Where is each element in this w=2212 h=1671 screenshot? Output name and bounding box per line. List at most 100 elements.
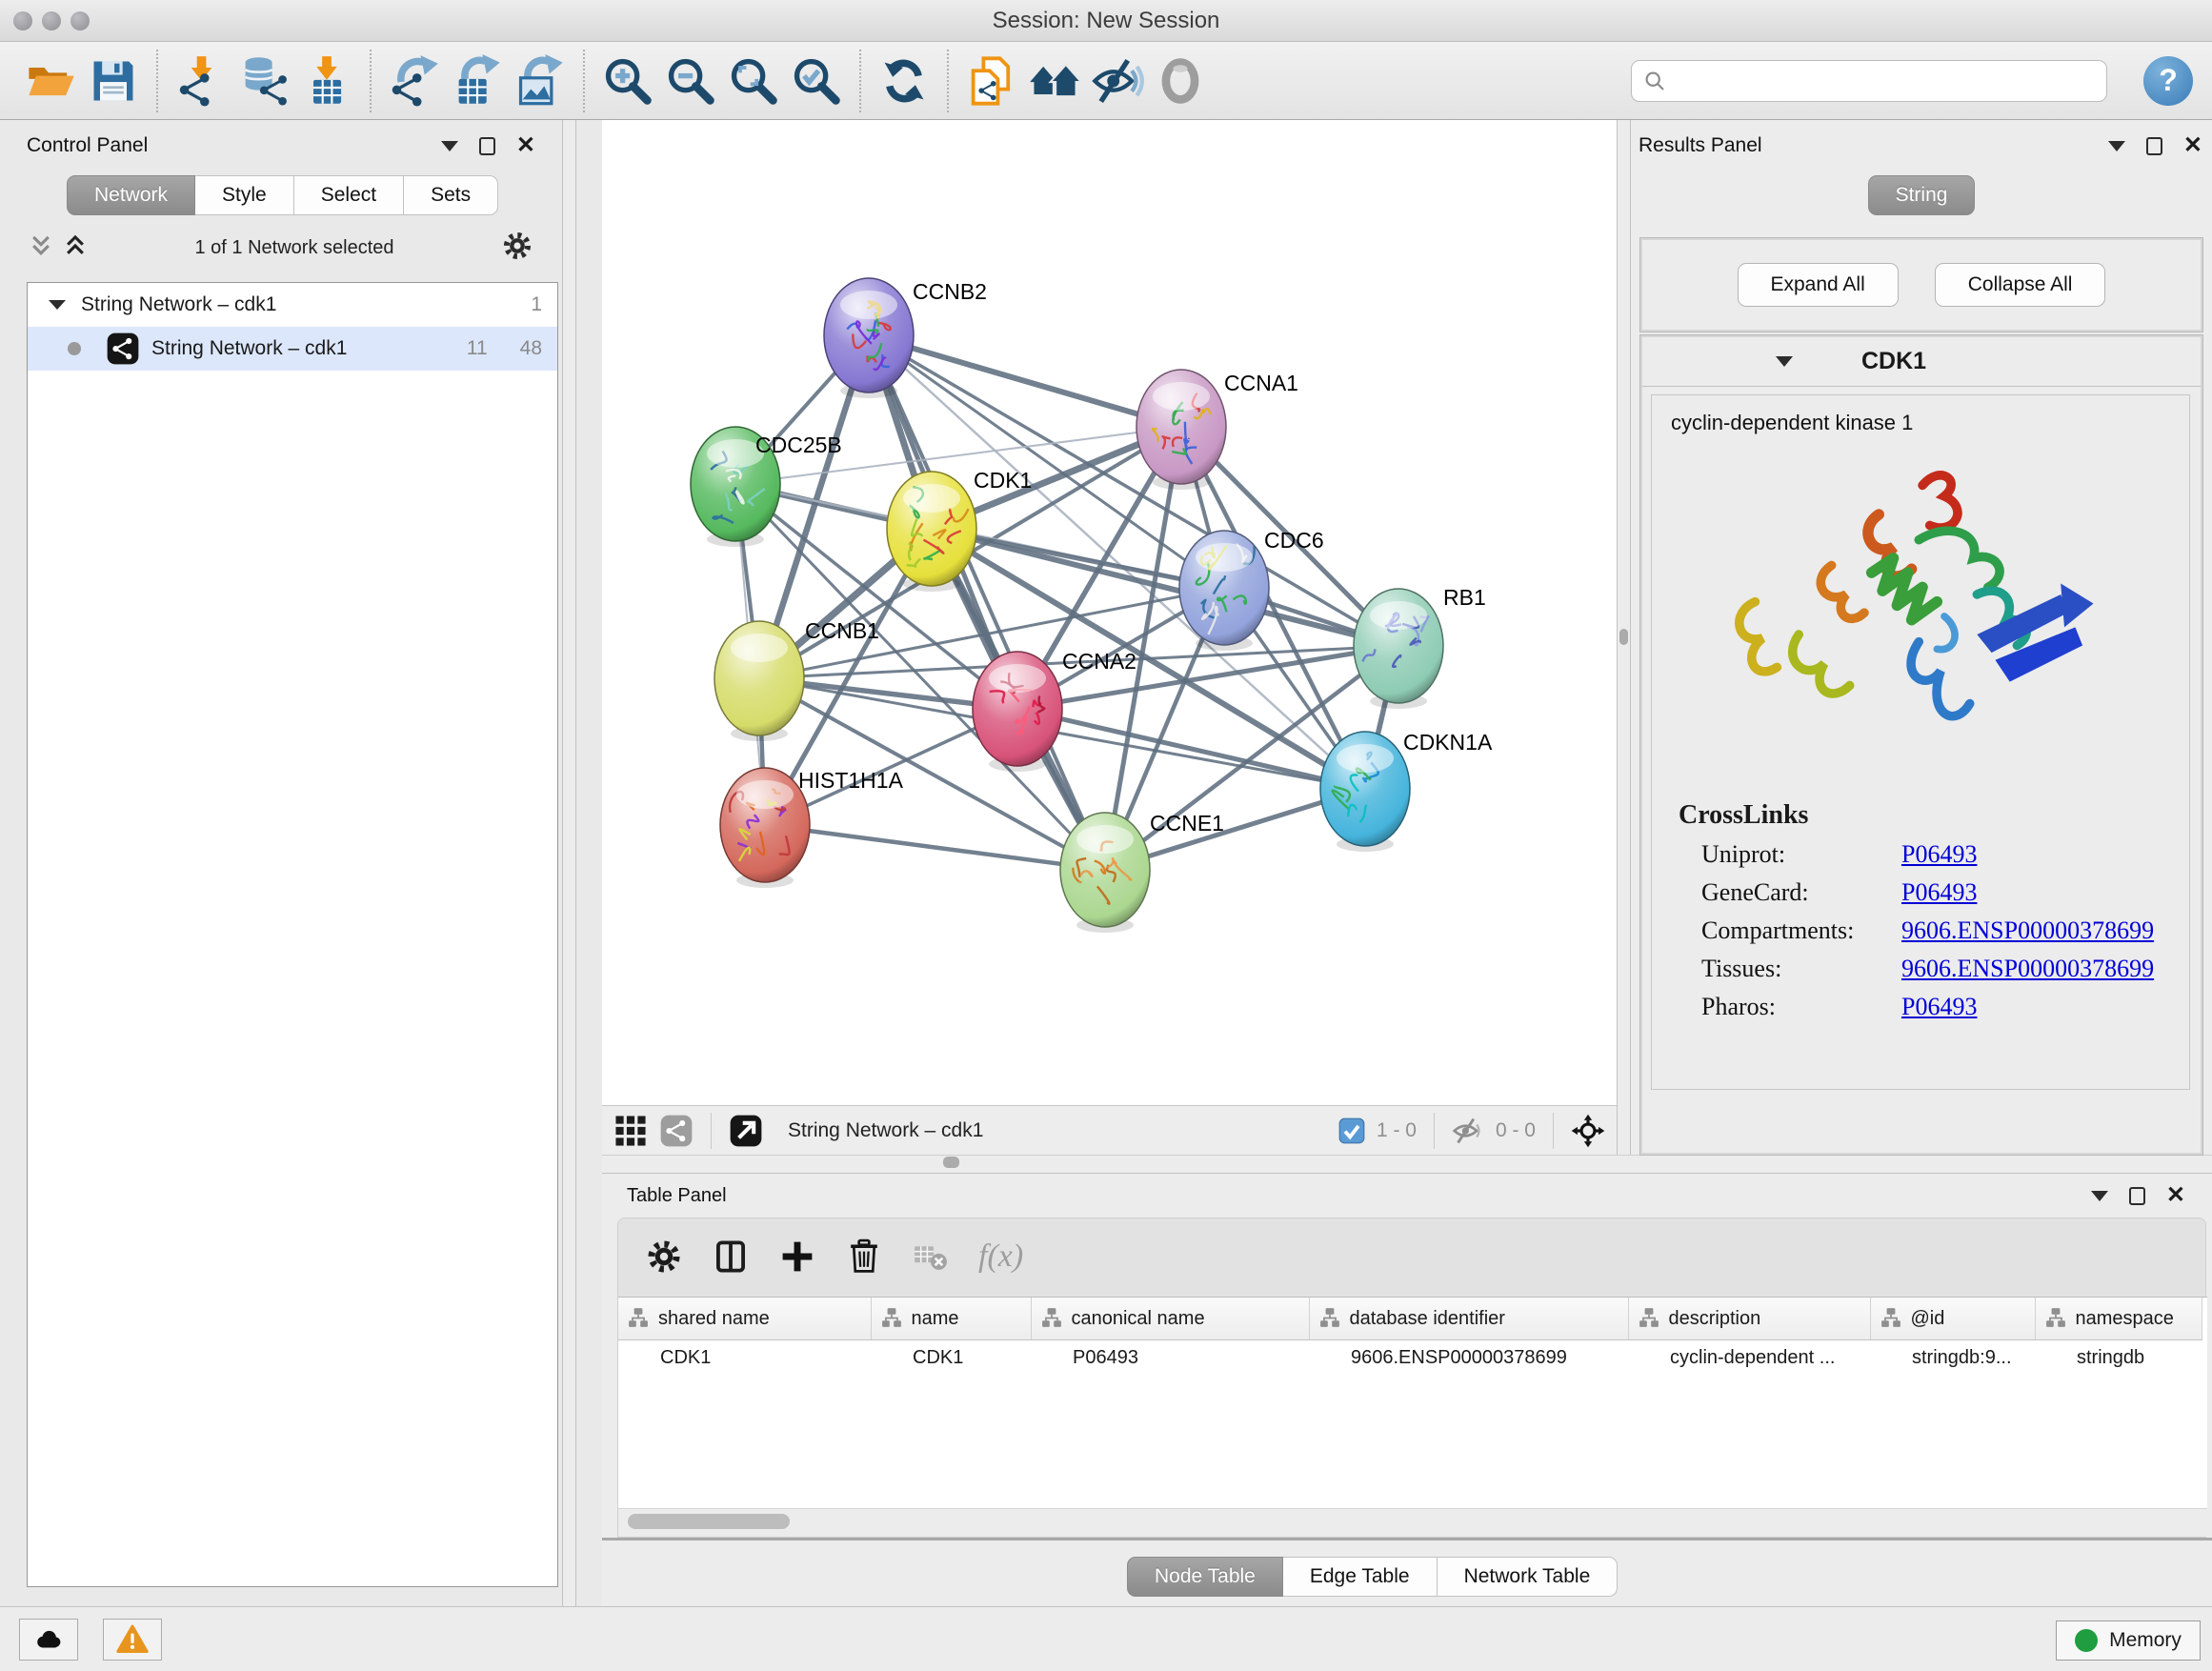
tab-sets[interactable]: Sets xyxy=(404,175,498,215)
close-panel-icon[interactable]: ✕ xyxy=(516,134,535,157)
node-table[interactable]: shared namenamecanonical namedatabase id… xyxy=(618,1297,2207,1508)
table-cell[interactable]: stringdb:9... xyxy=(1870,1339,2035,1376)
table-cell[interactable]: P06493 xyxy=(1031,1339,1309,1376)
table-row[interactable]: CDK1CDK1P064939606.ENSP00000378699cyclin… xyxy=(618,1339,2202,1376)
node-CCNA1[interactable] xyxy=(1136,370,1226,490)
zoom-fit-button[interactable] xyxy=(722,50,785,112)
scrollbar-thumb[interactable] xyxy=(628,1514,790,1529)
collapse-all-networks-icon[interactable] xyxy=(29,233,53,263)
column-header-shared-name[interactable]: shared name xyxy=(618,1298,871,1339)
node-CCNB1[interactable] xyxy=(714,621,804,741)
import-network-from-file-button[interactable] xyxy=(170,50,232,112)
close-panel-icon[interactable]: ✕ xyxy=(2183,134,2202,157)
import-table-from-file-button[interactable] xyxy=(295,50,358,112)
float-panel-icon[interactable] xyxy=(2146,137,2162,155)
column-header-id[interactable]: @id xyxy=(1870,1298,2035,1339)
import-network-from-database-button[interactable] xyxy=(232,50,295,112)
panel-menu-icon[interactable] xyxy=(2091,1191,2108,1201)
hidden-eye-icon[interactable] xyxy=(1452,1115,1484,1147)
show-columns-icon[interactable] xyxy=(712,1238,750,1276)
tab-select[interactable]: Select xyxy=(294,175,404,215)
node-RB1[interactable] xyxy=(1354,589,1443,709)
table-cell[interactable]: stringdb xyxy=(2035,1339,2202,1376)
level-of-detail-button[interactable] xyxy=(1149,50,1212,112)
panel-menu-icon[interactable] xyxy=(441,141,458,151)
table-cell[interactable]: 9606.ENSP00000378699 xyxy=(1309,1339,1628,1376)
tab-style[interactable]: Style xyxy=(195,175,294,215)
node-CCNE1[interactable] xyxy=(1060,813,1150,933)
float-panel-icon[interactable] xyxy=(479,137,495,155)
edge-CCNB2-CCNA1[interactable] xyxy=(869,335,1181,427)
tab-network[interactable]: Network xyxy=(67,175,195,215)
splitter-grip[interactable] xyxy=(943,1157,959,1168)
gene-section-header[interactable]: CDK1 xyxy=(1642,337,2201,387)
crosslink-link[interactable]: P06493 xyxy=(1901,840,1977,869)
tab-network-table[interactable]: Network Table xyxy=(1438,1557,1619,1597)
export-image-button[interactable] xyxy=(509,50,572,112)
zoom-window-button[interactable] xyxy=(70,11,90,30)
selected-checkbox-icon[interactable] xyxy=(1338,1117,1365,1144)
export-network-button[interactable] xyxy=(383,50,446,112)
tab-node-table[interactable]: Node Table xyxy=(1127,1557,1283,1597)
zoom-selected-button[interactable] xyxy=(785,50,848,112)
warnings-button[interactable] xyxy=(103,1619,162,1661)
add-column-icon[interactable] xyxy=(778,1238,816,1276)
zoom-in-button[interactable] xyxy=(596,50,659,112)
help-button[interactable]: ? xyxy=(2143,56,2193,106)
column-header-description[interactable]: description xyxy=(1628,1298,1870,1339)
table-cell[interactable]: CDK1 xyxy=(871,1339,1031,1376)
horizontal-splitter[interactable] xyxy=(602,1155,2212,1174)
network-canvas[interactable]: CCNB2 CCNA1 CDC25B CDK1 CDC6 RB1 CCNB1 xyxy=(602,120,1617,1105)
memory-button[interactable]: Memory xyxy=(2056,1621,2201,1661)
node-HIST1H1A[interactable] xyxy=(720,768,810,888)
cloud-status-button[interactable] xyxy=(19,1619,78,1661)
crosslink-link[interactable]: 9606.ENSP00000378699 xyxy=(1901,916,2154,945)
show-grid-icon[interactable] xyxy=(613,1114,648,1148)
save-session-button[interactable] xyxy=(82,50,145,112)
table-cell[interactable]: cyclin-dependent ... xyxy=(1628,1339,1870,1376)
close-panel-icon[interactable]: ✕ xyxy=(2166,1184,2185,1207)
tab-string[interactable]: String xyxy=(1868,175,1976,215)
expand-all-networks-icon[interactable] xyxy=(63,233,88,263)
search-box[interactable] xyxy=(1631,60,2107,102)
table-options-gear-icon[interactable] xyxy=(645,1238,683,1276)
birdseye-crosshair-icon[interactable] xyxy=(1571,1114,1605,1148)
function-builder-icon[interactable]: f(x) xyxy=(978,1238,1023,1275)
zoom-out-button[interactable] xyxy=(659,50,722,112)
export-table-button[interactable] xyxy=(446,50,509,112)
minimize-window-button[interactable] xyxy=(42,11,61,30)
network-row[interactable]: String Network – cdk1 11 48 xyxy=(28,327,557,371)
tab-edge-table[interactable]: Edge Table xyxy=(1283,1557,1438,1597)
column-header-canonical-name[interactable]: canonical name xyxy=(1031,1298,1309,1339)
edge-CCNB2-CCNE1[interactable] xyxy=(869,335,1105,870)
copy-network-view-button[interactable] xyxy=(960,50,1023,112)
detach-view-icon[interactable] xyxy=(729,1114,763,1148)
panel-menu-icon[interactable] xyxy=(2108,141,2125,151)
expand-all-button[interactable]: Expand All xyxy=(1738,263,1899,307)
open-session-button[interactable] xyxy=(19,50,82,112)
column-header-database-identifier[interactable]: database identifier xyxy=(1309,1298,1628,1339)
left-splitter[interactable] xyxy=(562,120,576,1606)
delete-column-icon[interactable] xyxy=(845,1238,883,1276)
splitter-grip[interactable] xyxy=(1619,629,1628,645)
section-collapse-icon[interactable] xyxy=(1776,356,1793,367)
network-collection-row[interactable]: String Network – cdk1 1 xyxy=(28,283,557,327)
table-cell[interactable]: CDK1 xyxy=(618,1339,871,1376)
node-CDKN1A[interactable] xyxy=(1320,732,1410,852)
delete-table-icon[interactable] xyxy=(912,1238,950,1276)
network-options-gear-icon[interactable] xyxy=(501,230,533,267)
node-CCNB2[interactable] xyxy=(824,278,914,398)
network-view-icon[interactable] xyxy=(659,1114,694,1148)
right-splitter[interactable] xyxy=(1617,120,1631,1155)
float-panel-icon[interactable] xyxy=(2129,1187,2145,1205)
network-overview-button[interactable] xyxy=(1023,50,1086,112)
refresh-view-button[interactable] xyxy=(873,50,935,112)
collapse-all-button[interactable]: Collapse All xyxy=(1935,263,2106,307)
crosslink-link[interactable]: P06493 xyxy=(1901,878,1977,907)
network-graph[interactable]: CCNB2 CCNA1 CDC25B CDK1 CDC6 RB1 CCNB1 xyxy=(602,120,1617,1105)
search-input[interactable] xyxy=(1674,70,2095,91)
collection-expand-icon[interactable] xyxy=(49,300,66,310)
table-horizontal-scrollbar[interactable] xyxy=(618,1508,2207,1537)
close-window-button[interactable] xyxy=(13,11,32,30)
edge-HIST1H1A-CCNE1[interactable] xyxy=(765,825,1105,870)
